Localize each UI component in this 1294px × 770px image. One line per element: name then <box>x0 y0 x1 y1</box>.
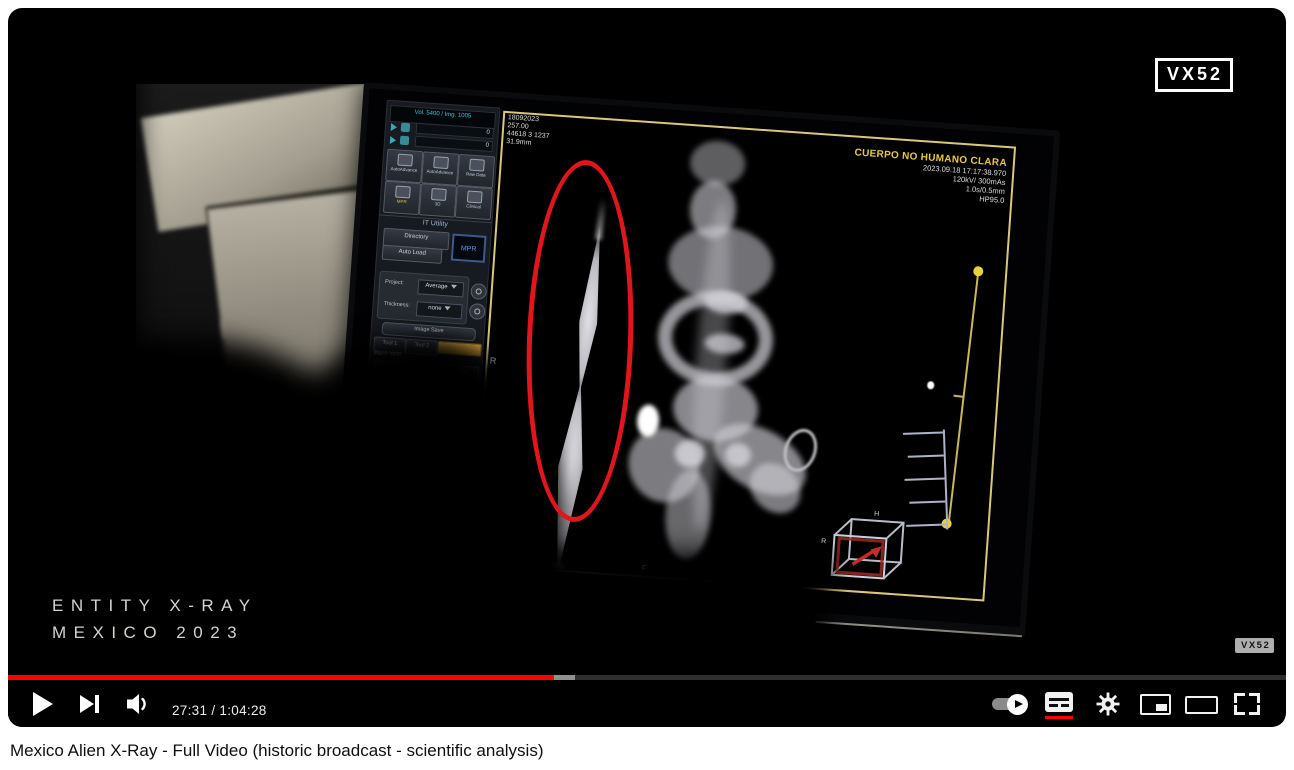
projection-groupbox: Project: Average Thickness: none <box>377 271 470 325</box>
mpr-icon <box>395 185 411 198</box>
rawdata-button[interactable]: Raw Data <box>457 154 495 188</box>
scale-ruler <box>903 429 948 530</box>
settings-gear-icon[interactable] <box>1096 692 1120 721</box>
ct-torso <box>607 135 822 577</box>
subtitles-active-underline <box>1045 716 1073 719</box>
advance-arrow-icon[interactable] <box>391 123 398 131</box>
chevron-down-icon <box>450 285 456 289</box>
video-caption: ENTITY X-RAY MEXICO 2023 <box>52 592 258 646</box>
autoplay-play-glyph <box>1015 700 1023 708</box>
orientation-cube: H R <box>825 515 922 591</box>
left-edge-shadow <box>8 38 138 438</box>
measurement-line[interactable] <box>948 273 979 524</box>
measure-handle-top[interactable] <box>973 266 984 277</box>
threed-button[interactable]: 3D <box>419 183 457 217</box>
project-label: Project: <box>385 279 404 287</box>
progress-bar[interactable] <box>8 675 1286 680</box>
osd-top-right: CUERPO NO HUMANO CLARA 2023.09.18 17:17:… <box>852 147 1008 205</box>
caption-line-1: ENTITY X-RAY <box>52 592 258 619</box>
cube-label-r: R <box>821 538 827 545</box>
rotate-tool-button[interactable] <box>470 283 487 300</box>
mpr-button[interactable]: MPR <box>383 181 421 215</box>
autoplay-toggle[interactable] <box>992 698 1026 710</box>
filter-icon[interactable] <box>401 123 411 133</box>
autoadvance-button[interactable]: AutoAdvance <box>385 149 423 183</box>
volume-icon[interactable] <box>124 691 152 722</box>
autoadvance-button[interactable]: AutoAdvance <box>421 151 459 185</box>
clinical-button[interactable]: Clinical <box>455 186 493 220</box>
auto-load-button[interactable]: Auto Load <box>382 245 443 264</box>
thickness-dropdown[interactable]: none <box>416 301 463 319</box>
miniplayer-icon[interactable] <box>1140 694 1171 715</box>
time-display: 27:31 / 1:04:28 <box>172 703 267 718</box>
autoadvance-icon <box>397 154 413 167</box>
advance-arrow-icon[interactable] <box>390 136 397 144</box>
threed-icon <box>430 188 446 201</box>
channel-watermark-badge: VX52 <box>1155 58 1233 92</box>
theater-icon[interactable] <box>1185 696 1218 714</box>
clinical-icon <box>466 190 482 203</box>
marker-dot <box>927 381 935 389</box>
mpr-mode-display: MPR <box>451 234 487 263</box>
cube-label-h: H <box>874 511 880 518</box>
video-title[interactable]: Mexico Alien X-Ray - Full Video (histori… <box>10 741 544 761</box>
chevron-down-icon <box>444 306 450 310</box>
play-icon[interactable] <box>33 692 53 716</box>
rawdata-icon <box>469 159 485 172</box>
measurement-midtick <box>953 395 963 398</box>
thickness-label: Thickness: <box>383 301 410 309</box>
caption-line-2: MEXICO 2023 <box>52 619 258 646</box>
fullscreen-icon[interactable] <box>1234 693 1260 715</box>
autoadvance-icon <box>433 156 449 169</box>
next-icon[interactable] <box>80 695 100 713</box>
filter-icon[interactable] <box>400 136 410 146</box>
progress-played <box>8 675 554 680</box>
project-dropdown[interactable]: Average <box>417 279 464 297</box>
reset-tool-button[interactable] <box>469 303 486 320</box>
subtitles-icon[interactable] <box>1045 692 1073 712</box>
corner-watermark-badge: VX52 <box>1235 638 1274 653</box>
video-player[interactable]: Vol. 5400 / Img. 1005 0 0 AutoAdvance Au… <box>8 8 1286 727</box>
osd-top-left: 18092023 257.00 44618 3 1237 31.9mm <box>506 114 551 149</box>
